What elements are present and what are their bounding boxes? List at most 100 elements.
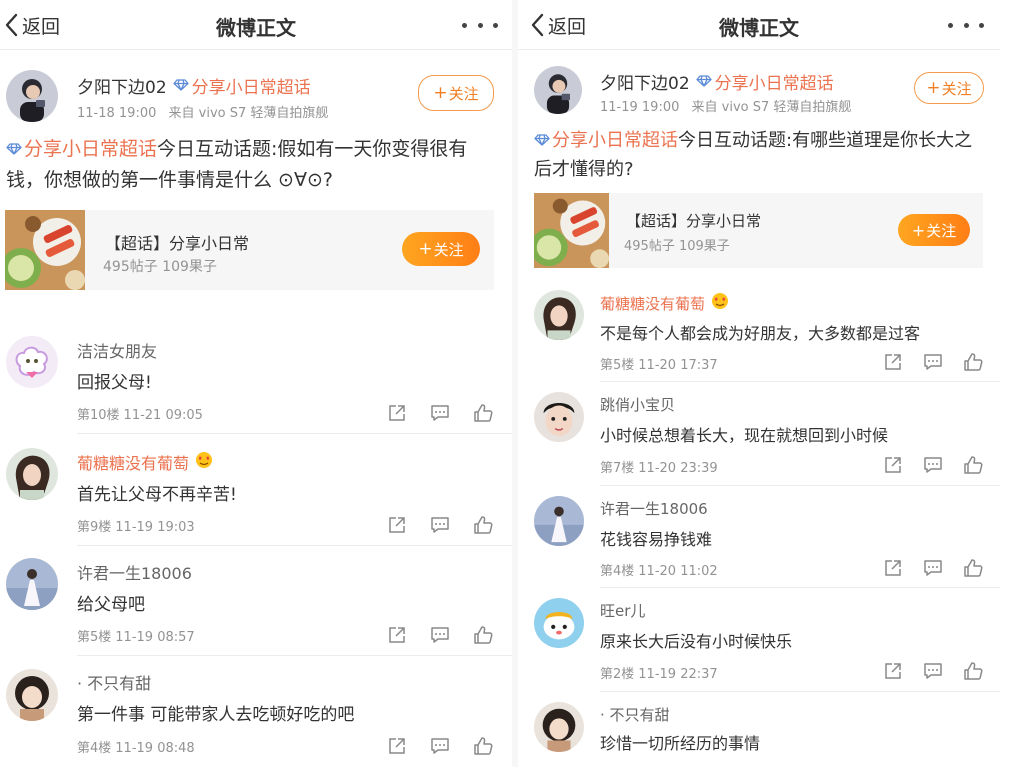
- share-icon[interactable]: [882, 454, 904, 476]
- share-icon[interactable]: [386, 735, 408, 757]
- comment-meta: 第5楼 11-20 17:37: [600, 354, 718, 373]
- follow-label: 关注: [926, 221, 957, 240]
- commenter-name[interactable]: 许君一生18006: [600, 498, 708, 519]
- super-topic-link[interactable]: 分享小日常超话: [192, 73, 311, 98]
- commenter-name[interactable]: 葡糖糖没有葡萄: [77, 450, 214, 474]
- follow-label: 关注: [433, 240, 464, 259]
- share-icon[interactable]: [882, 660, 904, 682]
- commenter-name[interactable]: 跳俏小宝贝: [600, 394, 675, 415]
- more-options-icon[interactable]: [462, 13, 498, 37]
- author-name[interactable]: 夕阳下边02: [77, 73, 167, 98]
- comment-actions: [386, 624, 494, 646]
- comment-time: 11-21 09:05: [123, 408, 203, 423]
- super-topic-card[interactable]: 【超话】分享小日常 495帖子 109果子 + 关注: [534, 193, 983, 268]
- commenter-avatar[interactable]: [6, 336, 58, 388]
- divider: [600, 691, 1000, 692]
- super-topic-card[interactable]: 【超话】分享小日常 495帖子 109果子 + 关注: [5, 210, 494, 290]
- comment-time: 11-20 17:37: [638, 358, 718, 373]
- commenter-name[interactable]: 葡糖糖没有葡萄: [600, 292, 730, 314]
- commenter-name[interactable]: · 不只有甜: [600, 704, 670, 725]
- like-icon[interactable]: [472, 402, 494, 424]
- commenter-avatar[interactable]: [534, 702, 584, 752]
- comment-item: 许君一生18006 给父母吧 第5楼 11-19 08:57: [0, 556, 512, 666]
- follow-author-button[interactable]: + 关注: [418, 75, 494, 111]
- more-options-icon[interactable]: [948, 13, 984, 37]
- topic-card-stats: 495帖子 109果子: [624, 239, 730, 254]
- like-icon[interactable]: [962, 351, 984, 373]
- post-topic-link[interactable]: 分享小日常超话: [552, 130, 678, 151]
- commenter-avatar[interactable]: [534, 598, 584, 648]
- comment-icon[interactable]: [429, 514, 451, 536]
- share-icon[interactable]: [386, 624, 408, 646]
- like-icon[interactable]: [472, 624, 494, 646]
- commenter-avatar[interactable]: [534, 290, 584, 340]
- divider: [77, 433, 512, 434]
- commenter-name[interactable]: 旺er儿: [600, 600, 645, 621]
- divider: [600, 587, 1000, 588]
- follow-author-button[interactable]: + 关注: [914, 72, 984, 104]
- author-avatar[interactable]: [534, 66, 582, 114]
- share-icon[interactable]: [882, 557, 904, 579]
- comment-actions: [386, 735, 494, 757]
- author-avatar[interactable]: [6, 70, 58, 122]
- commenter-avatar[interactable]: [534, 496, 584, 546]
- comment-text: 给父母吧: [77, 595, 145, 615]
- commenter-name[interactable]: 洁洁女朋友: [77, 338, 157, 362]
- comment-time: 11-20 23:39: [638, 461, 718, 476]
- super-topic-diamond-icon: [534, 126, 550, 155]
- follow-label: 关注: [448, 84, 479, 103]
- author-row: 夕阳下边02 分享小日常超话: [600, 69, 834, 94]
- like-icon[interactable]: [962, 454, 984, 476]
- post-time: 11-19 19:00: [600, 100, 680, 115]
- comment-item: · 不只有甜 珍惜一切所经历的事情: [518, 698, 1000, 767]
- like-icon[interactable]: [962, 660, 984, 682]
- comment-meta: 第2楼 11-19 22:37: [600, 663, 718, 682]
- share-icon[interactable]: [386, 402, 408, 424]
- share-icon[interactable]: [386, 514, 408, 536]
- author-name[interactable]: 夕阳下边02: [600, 69, 690, 94]
- commenter-avatar[interactable]: [6, 558, 58, 610]
- comment-icon[interactable]: [922, 454, 944, 476]
- commenter-name[interactable]: 许君一生18006: [77, 560, 192, 584]
- post-meta: 11-18 19:00 来自 vivo S7 轻薄自拍旗舰: [77, 102, 328, 121]
- comment-icon[interactable]: [922, 660, 944, 682]
- post-meta: 11-19 19:00 来自 vivo S7 轻薄自拍旗舰: [600, 96, 851, 115]
- comment-floor: 第10楼: [77, 408, 120, 423]
- comment-icon[interactable]: [922, 351, 944, 373]
- comment-time: 11-19 08:48: [115, 741, 195, 756]
- comment-item: 葡糖糖没有葡萄 首先让父母不再辛苦! 第9楼 11-19 19:03: [0, 444, 512, 556]
- right-margin: [1000, 0, 1024, 767]
- comment-icon[interactable]: [429, 402, 451, 424]
- super-topic-diamond-icon: [172, 76, 189, 96]
- comment-icon[interactable]: [429, 735, 451, 757]
- comment-meta: 第7楼 11-20 23:39: [600, 457, 718, 476]
- like-icon[interactable]: [472, 514, 494, 536]
- plus-icon: +: [433, 83, 448, 103]
- comment-floor: 第2楼: [600, 667, 635, 682]
- comment-item: 洁洁女朋友 回报父母! 第10楼 11-21 09:05: [0, 334, 512, 444]
- commenter-avatar[interactable]: [534, 392, 584, 442]
- comment-icon[interactable]: [922, 557, 944, 579]
- share-icon[interactable]: [882, 351, 904, 373]
- comment-floor: 第9楼: [77, 520, 112, 535]
- super-topic-link[interactable]: 分享小日常超话: [715, 69, 834, 94]
- commenter-avatar[interactable]: [6, 669, 58, 721]
- post-topic-link[interactable]: 分享小日常超话: [24, 138, 157, 160]
- comment-floor: 第7楼: [600, 461, 635, 476]
- vip-emoji-icon: [194, 451, 214, 473]
- comment-actions: [882, 351, 984, 373]
- commenter-name[interactable]: · 不只有甜: [77, 670, 151, 694]
- comment-floor: 第5楼: [600, 358, 635, 373]
- topic-card-name: 【超话】分享小日常: [105, 234, 250, 253]
- comment-icon[interactable]: [429, 624, 451, 646]
- page-title: 微博正文: [719, 16, 799, 40]
- follow-topic-button[interactable]: + 关注: [402, 232, 480, 266]
- page-title: 微博正文: [216, 16, 296, 40]
- commenter-avatar[interactable]: [6, 448, 58, 500]
- divider: [600, 485, 1000, 486]
- follow-topic-button[interactable]: + 关注: [898, 214, 970, 246]
- like-icon[interactable]: [472, 735, 494, 757]
- comment-text: 花钱容易挣钱难: [600, 530, 713, 549]
- like-icon[interactable]: [962, 557, 984, 579]
- post-time: 11-18 19:00: [77, 106, 157, 121]
